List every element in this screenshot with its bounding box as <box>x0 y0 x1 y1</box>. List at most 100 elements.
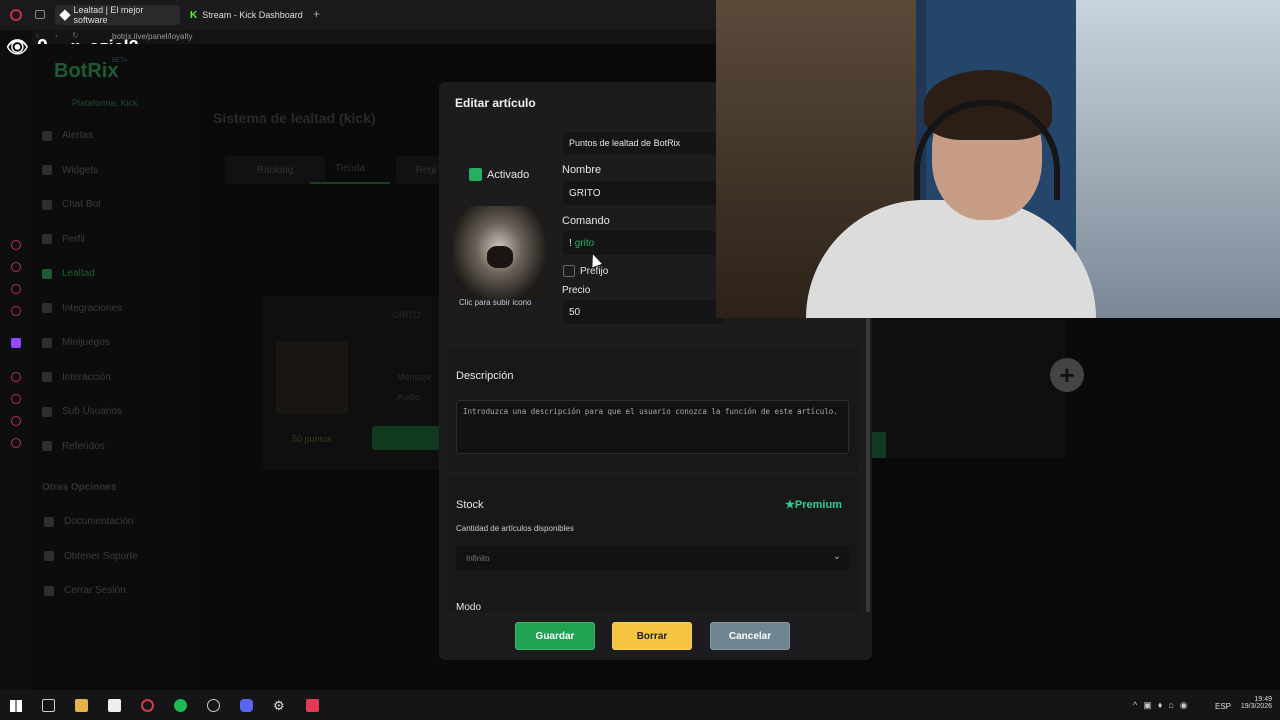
premium-badge: ★Premium <box>785 498 842 511</box>
eye-icon: 👁 <box>6 37 29 57</box>
name-input[interactable]: GRITO <box>563 181 723 205</box>
strip-icon[interactable] <box>11 240 21 250</box>
other-option-item[interactable]: Documentación <box>44 516 133 527</box>
points-type-select[interactable]: Puntos de lealtad de BotRix <box>563 132 723 154</box>
sidebar-item-label: Chat Bot <box>62 199 101 210</box>
sidebar-item-icon <box>42 337 52 348</box>
description-label: Descripción <box>456 370 514 382</box>
sidebar-item-label: Referidos <box>62 440 105 452</box>
enabled-label: Activado <box>487 169 530 181</box>
sidebar-item[interactable]: Interacción <box>42 372 111 383</box>
tab-lealtad[interactable]: Lealtad | El mejor software <box>55 5 180 25</box>
sidebar-item-label: Alertas <box>62 130 94 141</box>
tab-label: Stream - Kick Dashboard <box>202 10 303 20</box>
other-option-label: Documentación <box>64 516 134 527</box>
sidebar-item[interactable]: Lealtad <box>42 268 95 279</box>
new-tab-plus-icon[interactable]: + <box>313 7 320 21</box>
app-red-icon[interactable] <box>306 699 319 712</box>
sidebar-item-icon <box>42 268 52 279</box>
card-message: Mensaje <box>397 372 432 382</box>
strip-icon[interactable] <box>11 306 21 316</box>
kick-tab-icon: K <box>190 9 198 21</box>
sidebar-item[interactable]: Referidos <box>42 441 105 452</box>
browser-logo-icon[interactable] <box>10 9 22 21</box>
language-indicator[interactable]: ESP <box>1215 702 1231 711</box>
sidebar-item[interactable]: Integraciones <box>42 303 122 314</box>
cancel-button[interactable]: Cancelar <box>710 622 790 650</box>
workspaces-icon[interactable] <box>35 10 45 19</box>
enabled-checkbox[interactable] <box>469 168 482 181</box>
sidebar-item-icon <box>42 303 52 313</box>
sidebar-item-icon <box>42 441 52 451</box>
discord-icon[interactable] <box>240 699 253 712</box>
spotify-icon[interactable] <box>174 699 187 712</box>
store-icon[interactable] <box>108 699 121 712</box>
other-option-label: Cerrar Sesión <box>64 585 126 596</box>
strip-icon[interactable] <box>11 262 21 272</box>
windows-start-icon[interactable] <box>10 700 22 712</box>
sidebar-item[interactable]: Alertas <box>42 130 93 141</box>
sidebar-item[interactable]: Minijuegos <box>42 337 110 348</box>
add-item-card[interactable]: + <box>872 318 1084 458</box>
tab-tienda[interactable]: Tienda <box>310 154 390 184</box>
strip-icon[interactable] <box>11 372 21 382</box>
add-plus-icon[interactable]: + <box>1050 358 1084 392</box>
strip-icon[interactable] <box>11 394 21 404</box>
prefix-label: Prefijo <box>580 266 609 277</box>
modal-title: Editar artículo <box>455 96 536 110</box>
upload-hint[interactable]: Clic para subir icono <box>459 298 531 307</box>
system-tray-icons[interactable]: ^▣♦⌂◉ <box>1133 700 1194 711</box>
other-option-label: Obtener Soporte <box>64 550 138 562</box>
stock-label: Stock <box>456 499 484 511</box>
prefix-checkbox[interactable] <box>563 265 575 277</box>
strip-icon[interactable] <box>11 416 21 426</box>
modal-scrollbar[interactable] <box>866 318 870 612</box>
sidebar-item[interactable]: Perfil <box>42 234 85 245</box>
sidebar-item-label: Minijuegos <box>62 337 110 348</box>
webcam-overlay <box>716 0 1280 318</box>
opera-gx-icon[interactable] <box>141 699 154 712</box>
command-value: grito <box>574 237 595 249</box>
strip-icon[interactable] <box>11 284 21 294</box>
mode-label: Modo <box>456 602 482 612</box>
sidebar-item-icon <box>42 165 52 175</box>
botrix-logo[interactable]: BotRix <box>54 60 118 83</box>
item-icon-image[interactable] <box>453 206 545 300</box>
settings-gear-icon[interactable]: ⚙ <box>273 699 286 712</box>
sidebar-item[interactable]: Chat Bot <box>42 199 101 210</box>
task-view-icon[interactable] <box>42 699 55 712</box>
sidebar-item[interactable]: Sub Usuarios <box>42 406 122 417</box>
save-button[interactable]: Guardar <box>515 622 595 650</box>
card-title: GRITO <box>392 310 421 320</box>
other-option-item[interactable]: Cerrar Sesión <box>44 585 126 596</box>
sidebar-item-icon <box>42 234 52 244</box>
delete-button[interactable]: Borrar <box>612 622 692 650</box>
other-option-item[interactable]: Obtener Soporte <box>44 551 138 562</box>
clock-time: 19:49 <box>1254 696 1272 703</box>
description-textarea[interactable]: Introduzca una descripción para que el u… <box>456 400 849 454</box>
description-section: Descripción Introduzca una descripción p… <box>447 348 859 472</box>
clock[interactable]: 19:49 19/3/2026 <box>1238 696 1272 710</box>
tab-kick-dashboard[interactable]: K Stream - Kick Dashboard <box>184 5 309 25</box>
obs-icon[interactable] <box>207 699 220 712</box>
other-option-icon <box>44 516 54 527</box>
card-edge <box>872 432 886 458</box>
chevron-down-icon: ⌄ <box>832 551 841 562</box>
stock-sublabel: Cantidad de artículos disponibles <box>456 524 574 533</box>
card-image <box>276 342 348 414</box>
page-title: Sistema de lealtad (kick) <box>213 110 376 126</box>
tab-label: Lealtad | El mejor software <box>73 5 144 25</box>
strip-icon[interactable] <box>11 438 21 448</box>
card-edit-button[interactable] <box>372 426 440 450</box>
twitch-icon[interactable] <box>11 338 21 348</box>
card-audio: Audio <box>397 392 421 402</box>
sidebar-item-label: Perfil <box>62 233 85 245</box>
command-input[interactable]: ! grito <box>563 231 723 255</box>
other-option-icon <box>44 585 54 596</box>
file-explorer-icon[interactable] <box>75 699 88 712</box>
price-input[interactable]: 50 <box>563 300 723 324</box>
stock-select[interactable]: Infinito ⌄ <box>456 546 849 570</box>
command-label: Comando <box>562 215 610 227</box>
sidebar-item[interactable]: Widgets <box>42 165 98 176</box>
app-sidebar: BotRix BETA Plataforma: Kick Alertas Widg… <box>32 44 198 690</box>
